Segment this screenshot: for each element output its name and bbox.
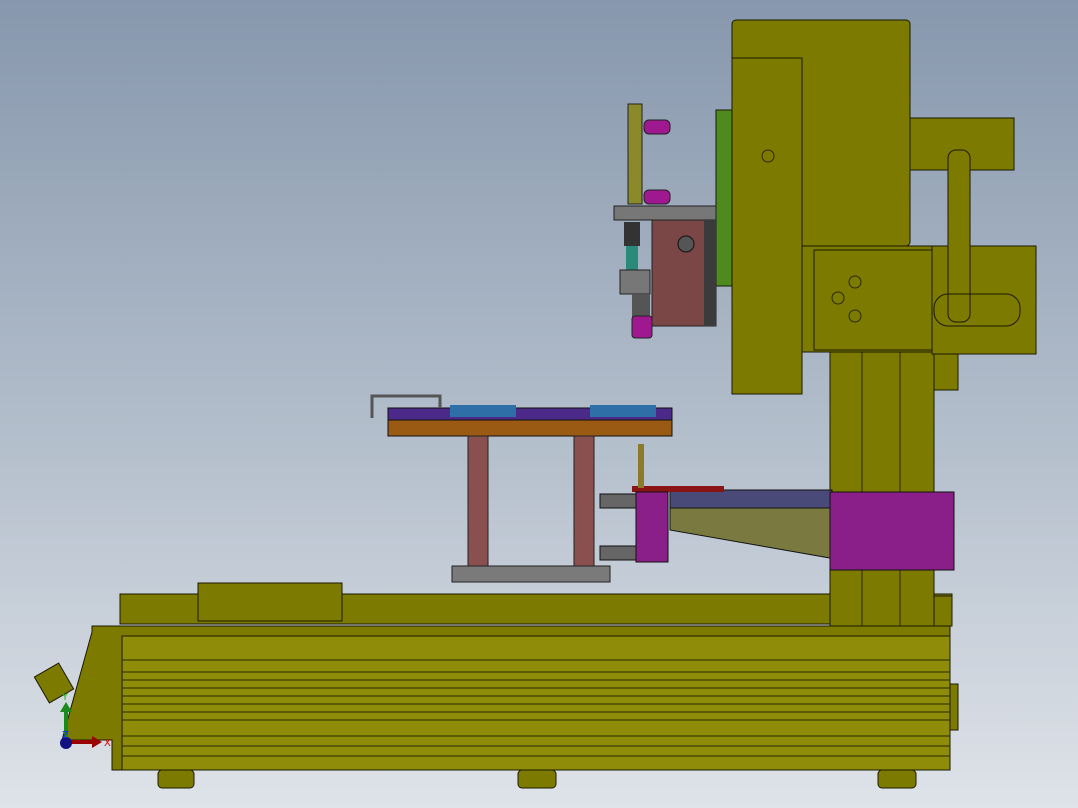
y-axis-label: Y bbox=[61, 692, 69, 703]
cad-viewport[interactable]: X Y Z bbox=[0, 0, 1078, 808]
z-axis-head bbox=[715, 19, 1037, 395]
dispenser-assembly bbox=[613, 103, 717, 339]
x-axis-label: X bbox=[104, 738, 111, 749]
cad-model: X Y Z bbox=[33, 19, 1037, 789]
vertical-column bbox=[829, 349, 959, 627]
z-axis-label: Z bbox=[62, 730, 69, 741]
machine-base bbox=[33, 582, 959, 789]
